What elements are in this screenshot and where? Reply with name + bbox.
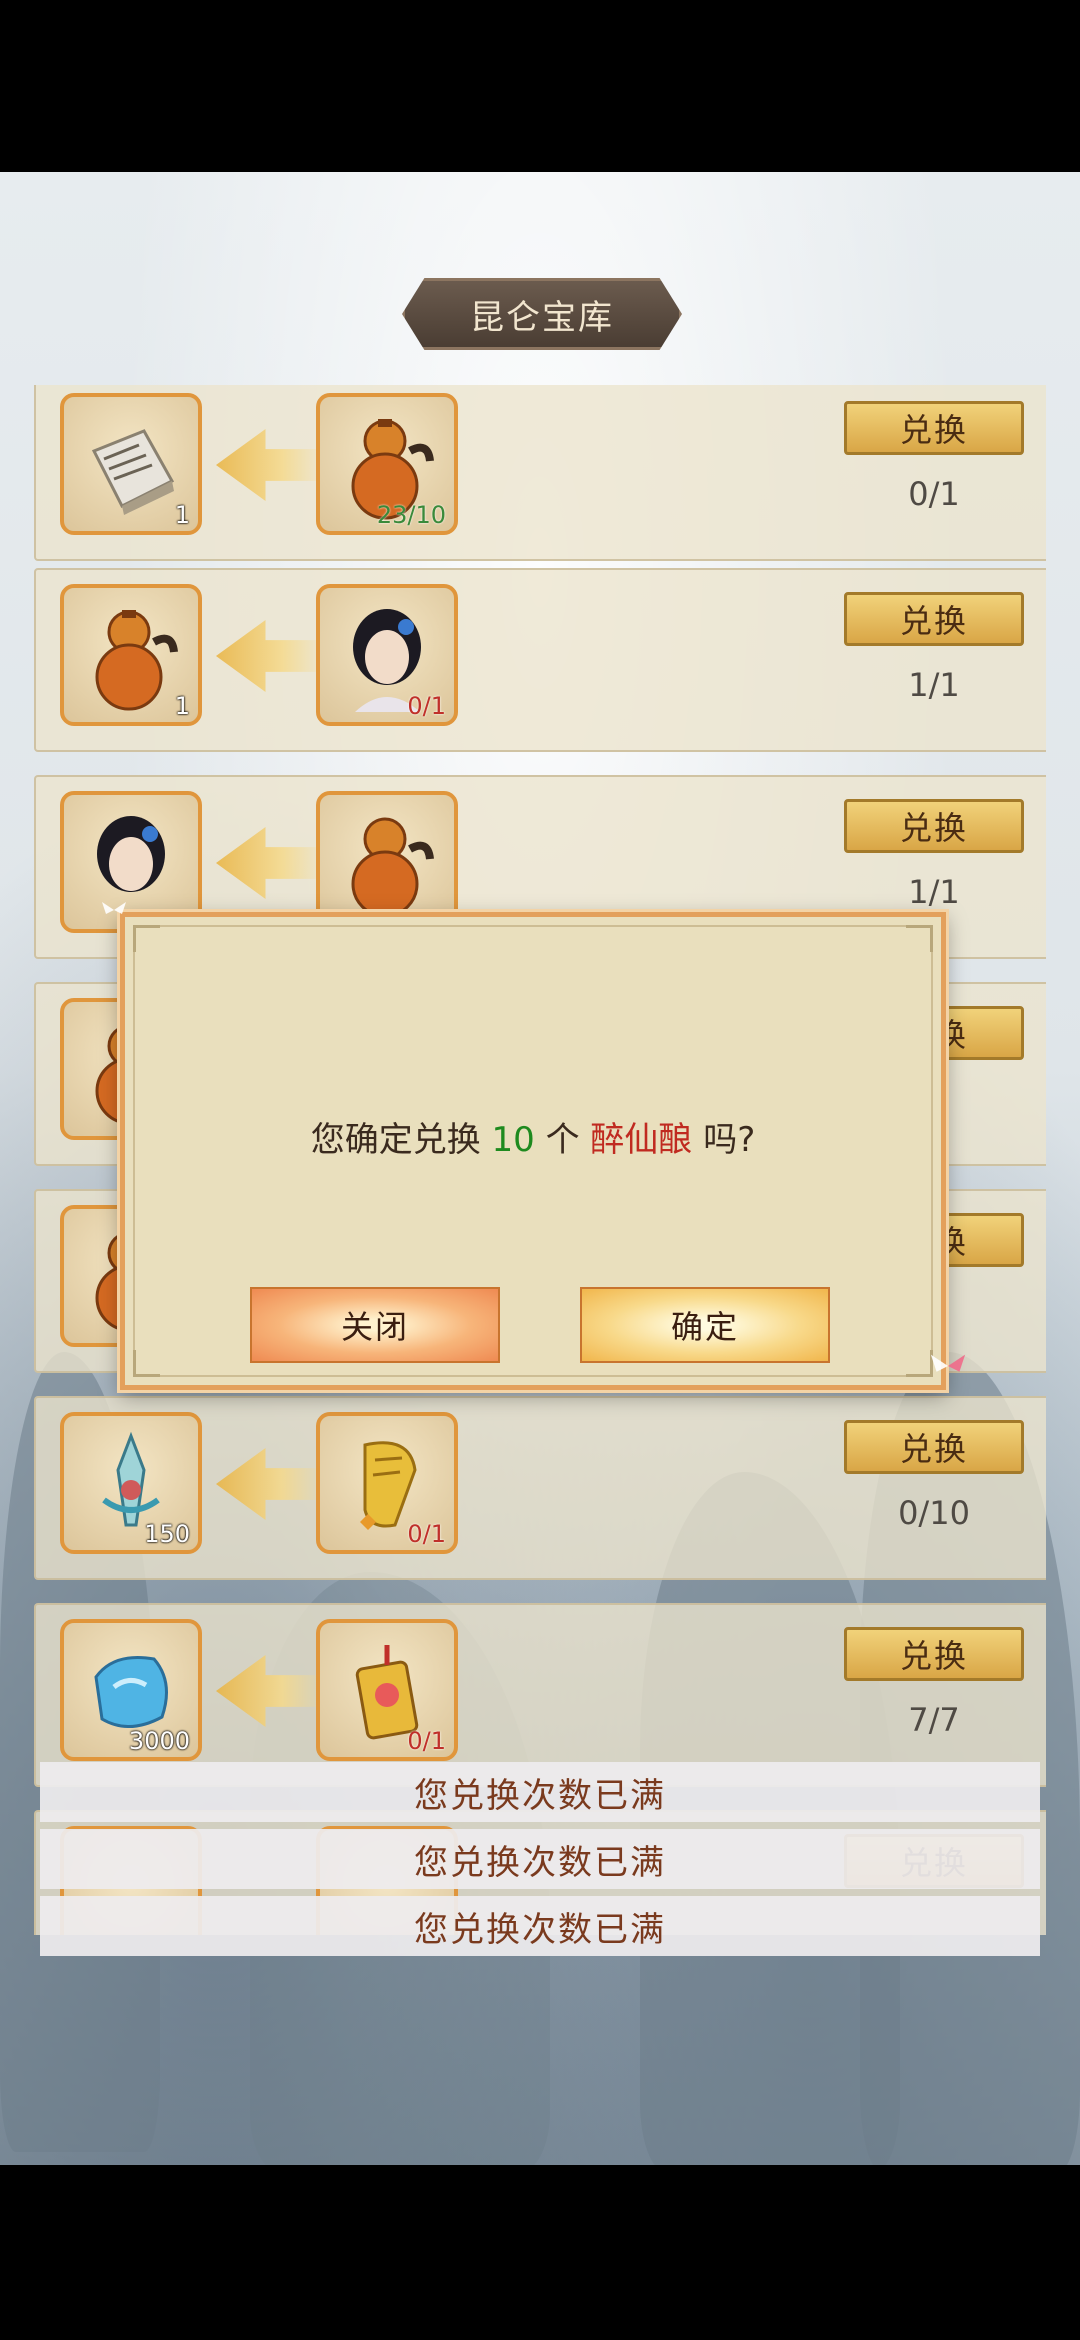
cost-quantity: 0/1	[407, 692, 446, 720]
arrow-left-icon	[216, 429, 326, 501]
status-bar-area	[0, 0, 1080, 75]
wine-gourd-icon	[95, 610, 178, 711]
title-plate: 昆仑宝库	[402, 278, 682, 350]
exchange-row: 150 0/1 兑换 0/10	[34, 1396, 1046, 1580]
arrow-left-icon	[216, 1448, 326, 1520]
message-unit: 个	[534, 1120, 591, 1160]
exchange-button[interactable]: 兑换	[844, 592, 1024, 646]
cost-quantity: 0/1	[407, 1520, 446, 1548]
confirm-button[interactable]: 确定	[580, 1287, 830, 1363]
cost-slot[interactable]: 0/1	[316, 1412, 458, 1554]
message-prefix: 您确定兑换	[310, 1120, 492, 1160]
heroine-portrait-icon	[97, 816, 165, 892]
cost-quantity: 23/10	[376, 501, 446, 529]
page-title: 昆仑宝库	[470, 297, 614, 338]
exchange-button[interactable]: 兑换	[844, 799, 1024, 853]
toast-message: 您兑换次数已满	[40, 1762, 1040, 1822]
arrow-left-icon	[216, 1655, 326, 1727]
cost-quantity: 0/1	[407, 1727, 446, 1755]
exchange-row: 3000 0/1 兑换 7/7	[34, 1603, 1046, 1787]
exchange-amount: 10	[491, 1120, 535, 1160]
reward-quantity: 1	[174, 692, 190, 720]
toast-message: 您兑换次数已满	[40, 1896, 1040, 1956]
toast-message: 您兑换次数已满	[40, 1829, 1040, 1889]
butterfly-icon	[930, 1354, 966, 1372]
cost-slot[interactable]: 0/1	[316, 584, 458, 726]
reward-slot[interactable]: 3000	[60, 1619, 202, 1761]
wine-gourd-icon	[351, 817, 434, 918]
arrow-left-icon	[216, 827, 326, 899]
exchange-row: 1 0/1 兑换 1/1	[34, 568, 1046, 752]
reward-slot[interactable]: 1	[60, 393, 202, 535]
exchange-count: 0/10	[898, 1494, 970, 1532]
exchange-count: 7/7	[908, 1701, 960, 1739]
cost-slot[interactable]: 0/1	[316, 1619, 458, 1761]
message-suffix: 吗?	[692, 1120, 756, 1160]
exchange-count: 1/1	[908, 873, 960, 911]
exchange-button[interactable]: 兑换	[844, 1420, 1024, 1474]
reward-quantity: 150	[144, 1520, 190, 1548]
close-button[interactable]: 关闭	[250, 1287, 500, 1363]
scroll-book-icon	[91, 429, 175, 515]
item-name: 醉仙酿	[590, 1120, 693, 1160]
dialog-message: 您确定兑换 10 个 醉仙酿 吗?	[125, 1112, 941, 1161]
reward-quantity: 3000	[128, 1727, 190, 1755]
reward-quantity: 1	[174, 501, 190, 529]
exchange-button[interactable]: 兑换	[844, 401, 1024, 455]
reward-slot[interactable]: 1	[60, 584, 202, 726]
exchange-count: 1/1	[908, 666, 960, 704]
exchange-button[interactable]: 兑换	[844, 1627, 1024, 1681]
exchange-row: 1 23/10 兑换 0/1	[34, 385, 1046, 561]
butterfly-icon	[102, 902, 126, 914]
navigation-bar-area	[0, 2165, 1080, 2340]
cost-slot[interactable]: 23/10	[316, 393, 458, 535]
exchange-count: 0/1	[908, 475, 960, 513]
reward-slot[interactable]: 150	[60, 1412, 202, 1554]
arrow-left-icon	[216, 620, 326, 692]
confirm-dialog: 您确定兑换 10 个 醉仙酿 吗? 关闭 确定	[120, 912, 946, 1390]
